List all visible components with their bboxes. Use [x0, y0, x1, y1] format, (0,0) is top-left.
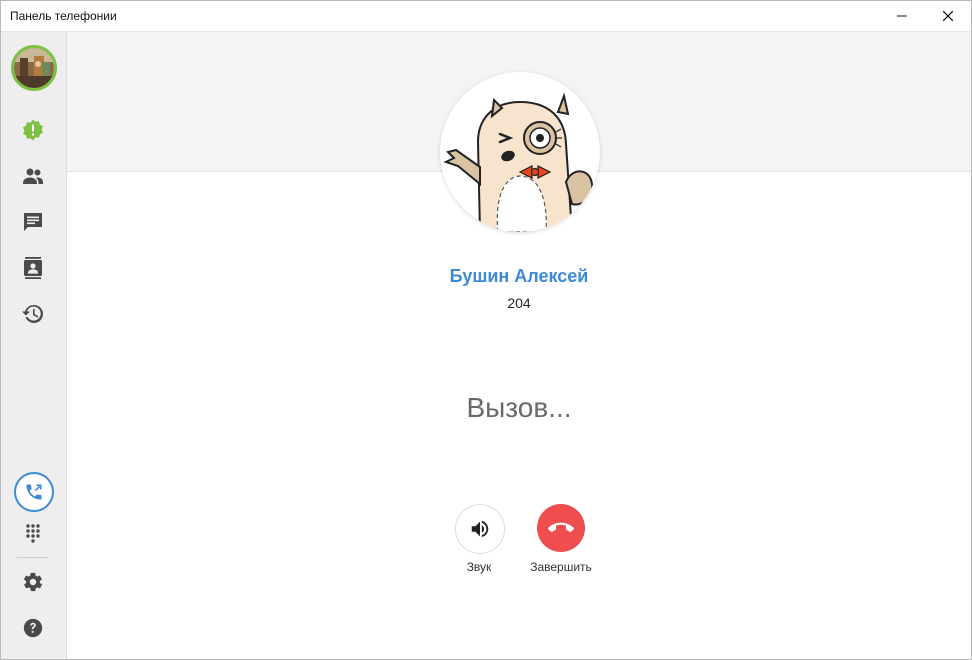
sidebar-item-help[interactable] [19, 614, 47, 642]
phone-hangup-icon [548, 522, 574, 533]
phone-outgoing-icon [26, 484, 42, 500]
hangup-label: Завершить [530, 560, 592, 574]
close-button[interactable] [925, 1, 971, 31]
user-avatar[interactable] [11, 45, 57, 91]
speaker-icon [471, 520, 489, 538]
sound-label: Звук [466, 560, 492, 574]
chat-icon [24, 213, 42, 231]
sidebar-item-messages[interactable] [19, 208, 47, 236]
sidebar-item-history[interactable] [19, 300, 47, 328]
contact-avatar [440, 72, 600, 232]
window-title: Панель телефонии [10, 9, 117, 23]
sidebar-item-active-call[interactable] [14, 472, 54, 512]
call-status: Вызов... [466, 392, 572, 423]
minimize-button[interactable] [879, 1, 925, 31]
contact-name[interactable]: Бушин Алексей [67, 266, 971, 287]
alert-badge-icon [23, 119, 43, 141]
sidebar-divider [17, 557, 49, 558]
hangup-button[interactable] [537, 504, 585, 552]
sound-button[interactable] [455, 504, 505, 554]
minimize-icon [897, 15, 907, 17]
contact-card-icon [24, 257, 42, 279]
sidebar-item-contacts[interactable] [19, 162, 47, 190]
sidebar [1, 32, 67, 659]
people-icon [23, 168, 43, 184]
call-panel: Бушин Алексей 204 Вызов... Звук Завершит… [67, 32, 971, 659]
gear-icon [23, 572, 43, 592]
title-bar: Панель телефонии [1, 1, 971, 32]
sidebar-item-dialpad[interactable] [19, 520, 47, 548]
sidebar-item-status[interactable] [19, 116, 47, 144]
history-icon [22, 304, 43, 323]
close-icon [943, 11, 953, 21]
contact-extension: 204 [507, 295, 531, 311]
sidebar-item-settings[interactable] [19, 568, 47, 596]
help-icon [23, 618, 43, 638]
app-window: Панель телефонии Бушин Алексей 204 Вызов… [0, 0, 972, 660]
dialpad-icon [26, 524, 40, 543]
sidebar-item-address-book[interactable] [19, 254, 47, 282]
